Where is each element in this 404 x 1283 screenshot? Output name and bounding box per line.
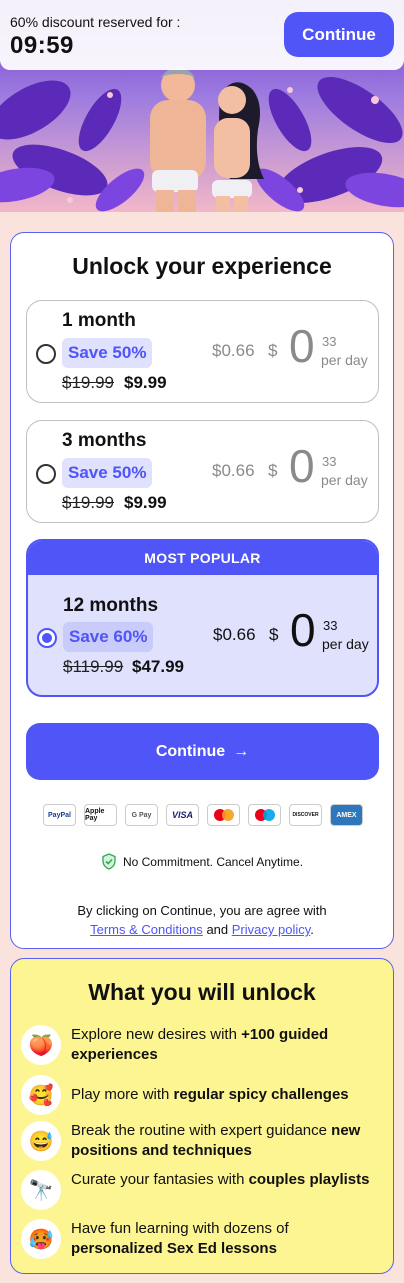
feature-text-bold: regular spicy challenges [173,1086,349,1103]
plan-radio[interactable] [36,464,56,484]
commitment-note: No Commitment. Cancel Anytime. [11,853,393,870]
per-day-label: per day [322,636,369,652]
feature-text: Explore new desires with +100 guided exp… [71,1025,376,1065]
unlock-section: What you will unlock 🍑 Explore new desir… [10,958,394,1274]
discount-header: 60% discount reserved for : 09:59 Contin… [0,0,404,70]
price-cents: 33 [322,454,337,469]
old-price: $119.99 [63,657,124,676]
per-day-price: $0.66 [212,461,255,480]
per-day-label: per day [321,352,368,368]
google-pay-icon: G Pay [125,804,158,826]
discount-text: 60% discount reserved for : [10,14,181,30]
plan-radio[interactable] [36,344,56,364]
price-cents: 33 [322,334,337,349]
feature-text-bold: couples playlists [248,1171,370,1188]
continue-label: Continue [155,742,226,760]
commitment-text: No Commitment. Cancel Anytime. [122,854,304,869]
feature-text-regular: Have fun learning with dozens of [71,1220,289,1237]
visa-icon: VISA [166,804,199,826]
countdown-timer: 09:59 [10,32,74,59]
unlock-title: What you will unlock [88,979,316,1005]
amex-icon: AMEX [330,804,363,826]
currency-symbol: $ [268,341,278,360]
new-price: $9.99 [124,373,167,392]
feature-text: Have fun learning with dozens of persona… [71,1219,376,1259]
terms-and: and [206,922,229,937]
terms-link[interactable]: Terms & Conditions [90,922,203,937]
plan-name: 3 months [62,430,147,451]
plans-card: Unlock your experience 1 month Save 50% … [10,232,394,949]
payment-methods: PayPal Apple Pay G Pay VISA DISCOVER AME… [43,804,363,826]
plan-option-3-months[interactable]: 3 months Save 50% $19.99 $9.99 $0.66 $ 0… [26,420,379,523]
plan-name: 1 month [62,310,136,331]
plan-option-12-months[interactable]: MOST POPULAR 12 months Save 60% $119.99 … [26,539,379,697]
old-price: $19.99 [62,373,114,392]
plan-name: 12 months [63,595,159,616]
feature-text: Break the routine with expert guidance n… [71,1121,376,1161]
privacy-link[interactable]: Privacy policy [232,922,311,937]
old-price: $19.99 [62,493,114,512]
plan-body: 12 months Save 60% $119.99 $47.99 $0.66 … [28,575,377,695]
save-badge: Save 60% [63,622,154,652]
paypal-icon: PayPal [43,804,76,826]
plans-title: Unlock your experience [72,253,332,279]
peach-icon: 🍑 [21,1025,61,1065]
apple-pay-icon: Apple Pay [84,804,117,826]
plan-radio-selected[interactable] [37,628,57,648]
discover-icon: DISCOVER [289,804,322,826]
maestro-icon [248,804,281,826]
feature-text: Play more with regular spicy challenges [71,1085,376,1105]
smiling-face-hearts-icon: 🥰 [21,1075,61,1115]
terms-prefix: By clicking on Continue, you are agree w… [77,903,327,918]
new-price: $9.99 [124,493,167,512]
hot-face-icon: 🥵 [21,1219,61,1259]
shield-check-icon [102,853,116,870]
feature-text-regular: Break the routine with expert guidance [71,1122,332,1139]
continue-button[interactable]: Continue → [26,723,379,780]
feature-text-regular: Explore new desires with [71,1026,242,1043]
sweat-smile-icon: 😅 [21,1121,61,1161]
currency-symbol: $ [269,625,279,644]
arrow-right-icon: → [233,742,250,760]
save-badge: Save 50% [62,458,153,488]
price-whole: 0 [289,440,315,492]
feature-text-regular: Play more with [71,1086,174,1103]
per-day-price: $0.66 [213,625,256,644]
header-continue-button[interactable]: Continue [284,12,394,57]
feature-text-regular: Curate your fantasies with [71,1171,249,1188]
price-whole: 0 [290,604,316,656]
feature-text: Curate your fantasies with couples playl… [71,1170,376,1190]
mastercard-icon [207,804,240,826]
price-whole: 0 [289,320,315,372]
per-day-price: $0.66 [212,341,255,360]
new-price: $47.99 [132,657,184,676]
plan-option-1-month[interactable]: 1 month Save 50% $19.99 $9.99 $0.66 $ 0 … [26,300,379,403]
currency-symbol: $ [268,461,278,480]
telescope-icon: 🔭 [21,1170,61,1210]
terms-end: . [310,922,314,937]
save-badge: Save 50% [62,338,153,368]
most-popular-banner: MOST POPULAR [28,541,377,575]
price-cents: 33 [323,618,338,633]
per-day-label: per day [321,472,368,488]
terms-text: By clicking on Continue, you are agree w… [11,901,393,939]
feature-text-bold: personalized Sex Ed lessons [71,1240,277,1257]
